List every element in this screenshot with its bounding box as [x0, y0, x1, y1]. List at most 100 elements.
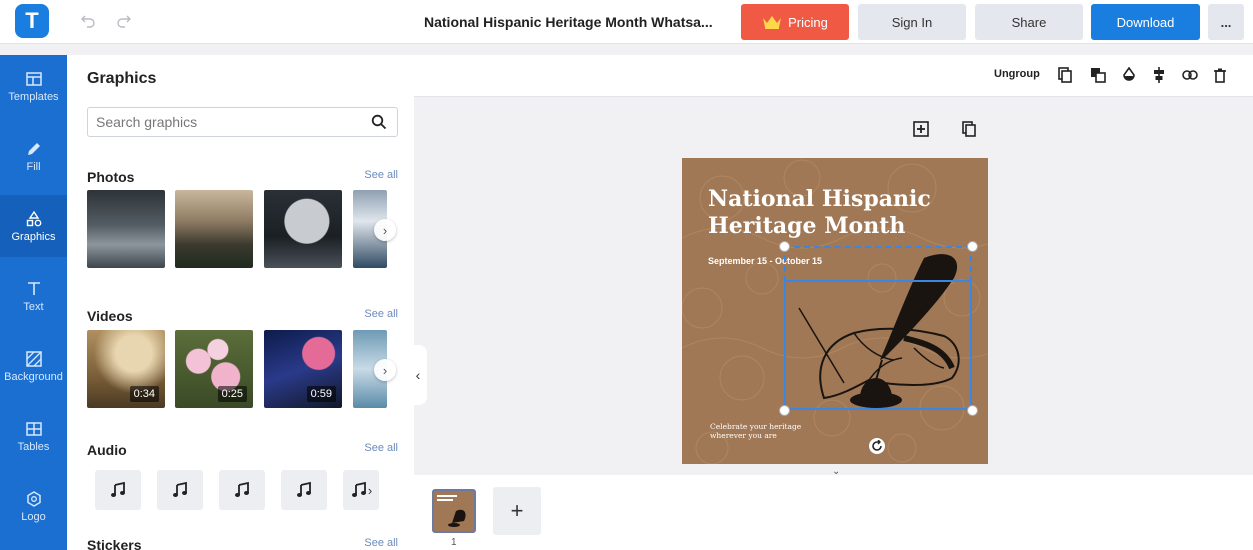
logo-icon: [26, 490, 41, 507]
sidebar-item-label: Templates: [8, 90, 59, 103]
video-duration: 0:59: [306, 386, 336, 402]
ungroup-button[interactable]: Ungroup: [994, 68, 1040, 80]
page-thumbnail-preview: [434, 491, 474, 531]
photos-see-all-link[interactable]: See all: [364, 169, 398, 181]
left-sidebar: Templates Fill Graphics Text Background …: [0, 55, 67, 550]
audio-tile[interactable]: [157, 470, 203, 510]
design-title-line-1: National Hispanic: [708, 186, 931, 212]
sidebar-item-tables[interactable]: Tables: [0, 405, 67, 467]
rotate-handle-icon[interactable]: [869, 438, 885, 454]
design-title-line-2: Heritage Month: [708, 213, 906, 239]
text-icon: [27, 281, 40, 295]
design-footer-line-1: Celebrate your heritage: [710, 422, 802, 431]
sidebar-item-templates[interactable]: Templates: [0, 55, 67, 117]
photo-thumbnail[interactable]: [87, 190, 165, 268]
audio-tile[interactable]: ›: [343, 470, 379, 510]
stickers-see-all-link[interactable]: See all: [364, 537, 398, 549]
top-bar: T National Hispanic Heritage Month Whats…: [0, 0, 1253, 44]
templates-icon: [25, 71, 42, 86]
redo-icon[interactable]: [114, 11, 134, 31]
pricing-button[interactable]: Pricing: [741, 4, 849, 40]
share-button[interactable]: Share: [975, 4, 1083, 40]
photo-thumbnail[interactable]: [175, 190, 253, 268]
music-note-icon: [351, 481, 366, 497]
page-thumbnail[interactable]: [432, 489, 476, 533]
sidebar-item-label: Tables: [17, 440, 50, 453]
background-icon: [25, 350, 42, 367]
sidebar-item-label: Text: [23, 300, 44, 313]
add-page-icon[interactable]: [910, 118, 932, 140]
photo-thumbnail[interactable]: [264, 190, 342, 268]
sidebar-item-fill[interactable]: Fill: [0, 125, 67, 187]
undo-icon[interactable]: [78, 11, 98, 31]
videos-section-title: Videos: [87, 308, 133, 324]
add-page-button[interactable]: +: [493, 487, 541, 535]
graphics-panel: Graphics Photos See all › Videos See all…: [67, 55, 414, 550]
sidebar-item-background[interactable]: Background: [0, 335, 67, 397]
music-note-icon: [297, 481, 311, 497]
sidebar-item-logo[interactable]: Logo: [0, 475, 67, 537]
sidebar-item-text[interactable]: Text: [0, 265, 67, 327]
more-options-button[interactable]: ...: [1208, 4, 1244, 40]
music-note-icon: [173, 481, 187, 497]
table-icon: [25, 421, 42, 436]
videos-see-all-link[interactable]: See all: [364, 308, 398, 320]
share-label: Share: [1011, 14, 1047, 30]
music-note-icon: [235, 481, 249, 497]
video-duration: 0:25: [217, 386, 247, 402]
photos-section-title: Photos: [87, 169, 135, 185]
download-label: Download: [1116, 14, 1175, 30]
page-number: 1: [451, 537, 457, 548]
photos-next-arrow-icon[interactable]: ›: [374, 219, 396, 241]
search-input[interactable]: [96, 114, 356, 130]
video-thumbnail[interactable]: 0:34: [87, 330, 165, 408]
video-thumbnail[interactable]: 0:25: [175, 330, 253, 408]
video-duration: 0:34: [129, 386, 159, 402]
search-icon[interactable]: [371, 114, 387, 135]
resize-handle-top-right[interactable]: [967, 241, 978, 252]
design-footer-text[interactable]: Celebrate your heritage wherever you are: [710, 422, 820, 440]
element-selection-box[interactable]: [784, 280, 972, 410]
video-thumbnail[interactable]: 0:59: [264, 330, 342, 408]
collapse-panel-button[interactable]: ‹: [409, 345, 427, 405]
chevron-down-icon[interactable]: ⌄: [832, 466, 846, 477]
chevron-left-icon: ‹: [415, 367, 421, 383]
audio-see-all-link[interactable]: See all: [364, 442, 398, 454]
duplicate-icon[interactable]: [1055, 65, 1075, 85]
crown-icon: [763, 16, 782, 29]
audio-section-title: Audio: [87, 442, 127, 458]
link-icon[interactable]: [1180, 65, 1200, 85]
shapes-icon: [26, 210, 41, 226]
resize-handle-bottom-left[interactable]: [779, 405, 790, 416]
color-fill-icon[interactable]: [1119, 65, 1139, 85]
more-label: ...: [1220, 14, 1232, 30]
app-logo[interactable]: T: [15, 4, 49, 38]
design-footer-line-2: wherever you are: [710, 431, 777, 440]
sidebar-item-label: Fill: [26, 160, 41, 173]
panel-title: Graphics: [87, 70, 157, 87]
sign-in-button[interactable]: Sign In: [858, 4, 966, 40]
element-toolbar: Ungroup: [414, 55, 1253, 97]
music-note-icon: [111, 481, 125, 497]
document-title[interactable]: National Hispanic Heritage Month Whatsa.…: [424, 14, 713, 30]
resize-handle-bottom-right[interactable]: [967, 405, 978, 416]
stickers-section-title: Stickers: [87, 537, 142, 550]
sign-in-label: Sign In: [891, 14, 933, 30]
audio-tile[interactable]: [281, 470, 327, 510]
align-icon[interactable]: [1149, 65, 1169, 85]
audio-tile[interactable]: [219, 470, 265, 510]
trash-icon[interactable]: [1210, 65, 1230, 85]
plus-icon: +: [510, 498, 524, 523]
audio-next-arrow-icon[interactable]: ›: [368, 483, 372, 498]
sidebar-item-label: Logo: [21, 510, 46, 523]
search-box: [87, 107, 398, 137]
copy-page-icon[interactable]: [958, 118, 980, 140]
pencil-icon: [27, 142, 40, 155]
sidebar-item-graphics[interactable]: Graphics: [0, 195, 67, 257]
videos-next-arrow-icon[interactable]: ›: [374, 359, 396, 381]
audio-tile[interactable]: [95, 470, 141, 510]
resize-handle-top-left[interactable]: [779, 241, 790, 252]
layer-order-icon[interactable]: [1088, 65, 1108, 85]
design-title[interactable]: National Hispanic Heritage Month: [708, 186, 968, 240]
download-button[interactable]: Download: [1091, 4, 1200, 40]
